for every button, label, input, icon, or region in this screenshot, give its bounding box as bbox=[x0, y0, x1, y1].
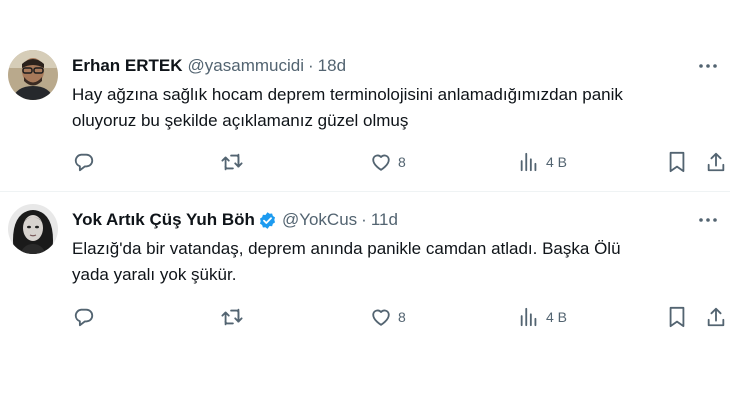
tweet-text: Elazığ'da bir vatandaş, deprem anında pa… bbox=[72, 236, 712, 288]
like-count: 8 bbox=[398, 154, 406, 170]
user-handle[interactable]: @YokCus bbox=[282, 210, 357, 230]
like-button[interactable]: 8 bbox=[370, 305, 406, 329]
bar-chart-icon bbox=[520, 307, 537, 327]
user-handle[interactable]: @yasammucidi bbox=[188, 56, 304, 76]
separator: · bbox=[307, 56, 314, 75]
tweet-2[interactable]: Yok Artık Çüş Yuh Böh @YokCus · 11d Elaz… bbox=[0, 192, 730, 420]
separator: · bbox=[361, 210, 367, 229]
heart-icon bbox=[372, 154, 390, 171]
retweet-icon bbox=[221, 153, 243, 171]
tweet-text-line: yada yaralı yok şükür. bbox=[72, 265, 237, 284]
bar-chart-icon bbox=[520, 152, 537, 172]
tweet-text-line: Hay ağzına sağlık hocam deprem terminolo… bbox=[72, 85, 623, 104]
tweet-text-line: oluyoruz bu şekilde açıklamanız güzel ol… bbox=[72, 111, 409, 130]
retweet-icon bbox=[221, 308, 243, 326]
tweet-actions: 8 4 B bbox=[0, 305, 730, 329]
bookmark-button[interactable] bbox=[667, 305, 687, 329]
tweet-text-line: Elazığ'da bir vatandaş, deprem anında pa… bbox=[72, 239, 621, 258]
reply-button[interactable] bbox=[73, 150, 95, 174]
verified-badge-icon bbox=[258, 211, 277, 230]
bookmark-button[interactable] bbox=[667, 150, 687, 174]
timestamp[interactable]: 18d bbox=[318, 56, 346, 76]
avatar[interactable] bbox=[8, 50, 58, 100]
reply-icon bbox=[74, 153, 94, 172]
share-button[interactable] bbox=[706, 150, 726, 174]
views-button[interactable]: 4 B bbox=[518, 305, 567, 329]
tweet-header: Yok Artık Çüş Yuh Böh @YokCus · 11d bbox=[72, 210, 398, 230]
display-name[interactable]: Yok Artık Çüş Yuh Böh bbox=[72, 210, 255, 230]
reply-button[interactable] bbox=[73, 305, 95, 329]
bookmark-icon bbox=[669, 151, 685, 173]
share-button[interactable] bbox=[706, 305, 726, 329]
like-count: 8 bbox=[398, 309, 406, 325]
tweet-actions: 8 4 B bbox=[0, 150, 730, 174]
tweet-text: Hay ağzına sağlık hocam deprem terminolo… bbox=[72, 82, 712, 134]
retweet-button[interactable] bbox=[220, 150, 244, 174]
more-dots-icon[interactable] bbox=[696, 210, 720, 230]
share-icon bbox=[707, 307, 725, 327]
tweet-1[interactable]: Erhan ERTEK @yasammucidi · 18d Hay ağzın… bbox=[0, 0, 730, 190]
bookmark-icon bbox=[669, 306, 685, 328]
view-count: 4 B bbox=[546, 309, 568, 325]
share-icon bbox=[707, 152, 725, 172]
reply-icon bbox=[74, 308, 94, 327]
heart-icon bbox=[372, 309, 390, 326]
avatar[interactable] bbox=[8, 204, 58, 254]
timestamp[interactable]: 11d bbox=[371, 210, 398, 230]
more-dots-icon[interactable] bbox=[696, 56, 720, 76]
view-count: 4 B bbox=[546, 154, 568, 170]
like-button[interactable]: 8 bbox=[370, 150, 406, 174]
retweet-button[interactable] bbox=[220, 305, 244, 329]
views-button[interactable]: 4 B bbox=[518, 150, 567, 174]
display-name[interactable]: Erhan ERTEK bbox=[72, 56, 183, 76]
tweet-header: Erhan ERTEK @yasammucidi · 18d bbox=[72, 56, 346, 76]
